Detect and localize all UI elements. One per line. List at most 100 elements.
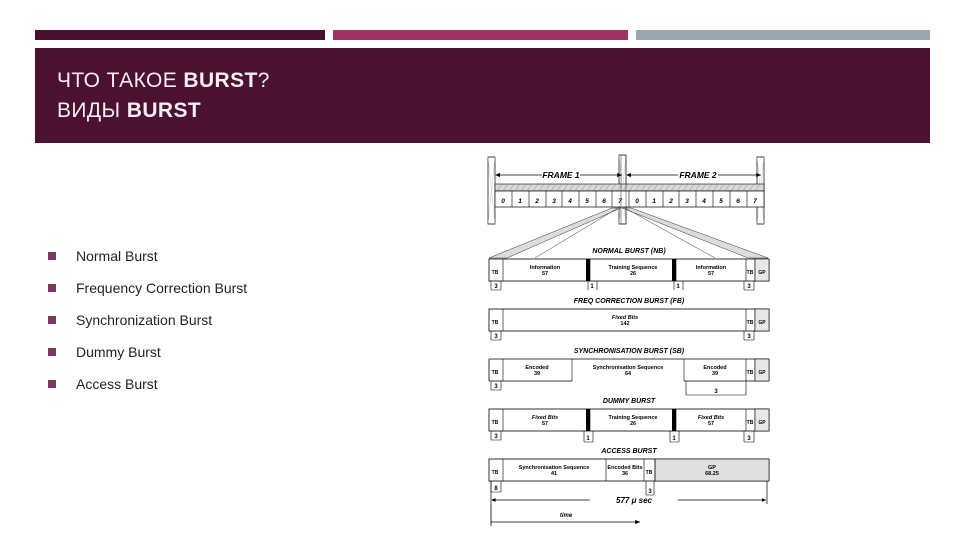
square-bullet-icon xyxy=(48,380,56,388)
page-title-line-1: ЧТО ТАКОЕ BURST? xyxy=(57,66,270,96)
slot-number: 0 xyxy=(501,198,505,205)
strip-segment-pink xyxy=(333,30,628,40)
access-burst-title: ACCESS BURST xyxy=(600,448,657,455)
slot-number: 3 xyxy=(552,198,556,205)
normal-burst-stealing-flag-1 xyxy=(586,259,590,281)
list-item-label: Access Burst xyxy=(76,376,158,392)
time-axis-label: time xyxy=(560,513,573,519)
strip-segment-gray xyxy=(636,30,930,40)
square-bullet-icon xyxy=(48,348,56,356)
sb-field-value-sync-seq: 64 xyxy=(625,371,632,377)
dummy-field-value-tb-right: 3 xyxy=(747,436,751,442)
sb-field-name-tb-left: TB xyxy=(492,370,499,376)
slot-number: 5 xyxy=(585,198,589,205)
header-underbar xyxy=(35,140,930,143)
list-item: Frequency Correction Burst xyxy=(48,272,428,304)
list-item: Normal Burst xyxy=(48,240,428,272)
square-bullet-icon xyxy=(48,284,56,292)
title-line-2-bold: BURST xyxy=(126,99,202,122)
fb-field-name-tb-right: TB xyxy=(747,320,754,326)
slot-number: 1 xyxy=(518,198,522,205)
dummy-field-value-sf-1: 1 xyxy=(586,436,590,442)
dummy-field-value-fixed-left: 57 xyxy=(542,421,548,427)
access-field-name-tb-left: TB xyxy=(492,470,499,476)
strip-gap-2 xyxy=(628,30,636,40)
dummy-burst-stealing-flag-2 xyxy=(672,409,676,431)
slot-number: 5 xyxy=(719,198,723,205)
normal-burst-field-value-training: 26 xyxy=(630,271,636,277)
slot-number: 4 xyxy=(701,198,706,205)
dummy-field-value-sf-2: 1 xyxy=(672,436,676,442)
list-item: Synchronization Burst xyxy=(48,304,428,336)
dummy-tick-marks xyxy=(490,431,755,443)
square-bullet-icon xyxy=(48,316,56,324)
fb-field-value-fixed-bits: 142 xyxy=(620,321,629,327)
title-line-1-bold: BURST xyxy=(183,69,258,92)
list-item-label: Frequency Correction Burst xyxy=(76,280,248,296)
duration-label: 577 μ sec xyxy=(616,496,653,505)
normal-burst-field-name-tb-left: TB xyxy=(492,270,499,276)
fb-field-name-tb-left: TB xyxy=(492,320,499,326)
slot-number: 2 xyxy=(534,198,539,205)
frame-edge-bracket-left xyxy=(487,156,496,225)
sb-field-name-tb-right: TB xyxy=(747,370,754,376)
slot-number: 6 xyxy=(602,198,606,205)
normal-burst-stealing-flag-2 xyxy=(672,259,676,281)
sb-burst-title: SYNCHRONISATION BURST (SB) xyxy=(574,348,685,355)
top-decorative-strip xyxy=(35,30,930,40)
dummy-burst-stealing-flag-1 xyxy=(586,409,590,431)
list-item-label: Normal Burst xyxy=(76,248,158,264)
slot-number: 3 xyxy=(685,198,689,205)
frame-1-label: FRAME 1 xyxy=(542,170,580,180)
normal-burst-field-name-tb-right: TB xyxy=(747,270,754,276)
dummy-field-name-tb-right: TB xyxy=(747,420,754,426)
access-field-value-tb-right: 3 xyxy=(648,489,652,495)
slot-number: 0 xyxy=(635,198,639,205)
sb-field-value-tb-right: 3 xyxy=(714,389,718,395)
slot-number: 4 xyxy=(567,198,572,205)
sb-field-value-tb-left: 3 xyxy=(494,384,498,390)
title-line-2-prefix: ВИДЫ xyxy=(57,99,127,122)
access-tick-marks xyxy=(490,481,655,496)
title-line-1-suffix: ? xyxy=(257,69,270,92)
normal-burst-field-value-info-left: 57 xyxy=(542,271,548,277)
slot-number: 2 xyxy=(668,198,673,205)
access-field-value-gp: 68.25 xyxy=(705,471,719,477)
dummy-field-value-fixed-right: 57 xyxy=(708,421,714,427)
sb-tick-marks xyxy=(490,381,747,396)
slot-number: 7 xyxy=(618,198,622,205)
strip-gap-1 xyxy=(325,30,333,40)
list-item-label: Synchronization Burst xyxy=(76,312,213,328)
slot-number: 1 xyxy=(652,198,656,205)
fb-tick-marks xyxy=(490,331,755,341)
dummy-field-name-gp: GP xyxy=(758,420,766,426)
title-line-1-prefix: ЧТО ТАКОЕ xyxy=(57,69,184,92)
normal-burst-tick-marks xyxy=(490,281,755,291)
page-title-line-2: ВИДЫ BURST xyxy=(57,96,201,126)
fb-field-value-tb-right: 3 xyxy=(747,334,751,340)
gsm-burst-structure-diagram: FRAME 1 FRAME 2 0 1 2 3 4 5 6 7 0 1 2 3 … xyxy=(480,152,780,527)
burst-diagram-svg: FRAME 1 FRAME 2 0 1 2 3 4 5 6 7 0 1 2 3 … xyxy=(487,154,770,526)
fb-burst-title: FREQ CORRECTION BURST (FB) xyxy=(574,298,685,305)
access-field-value-sync-seq: 41 xyxy=(551,471,557,477)
list-item-label: Dummy Burst xyxy=(76,344,161,360)
frame-2-label: FRAME 2 xyxy=(679,170,717,180)
sb-field-value-encoded-right: 39 xyxy=(712,371,718,377)
normal-burst-title: NORMAL BURST (NB) xyxy=(592,248,666,255)
sb-field-value-encoded-left: 39 xyxy=(534,371,540,377)
normal-burst-field-value-info-right: 57 xyxy=(708,271,714,277)
access-field-value-encoded-bits: 36 xyxy=(622,471,628,477)
sb-field-name-gp: GP xyxy=(758,370,766,376)
normal-burst-field-name-gp: GP xyxy=(758,270,766,276)
normal-burst-field-value-tb-right: 3 xyxy=(747,284,751,290)
dummy-field-name-tb-left: TB xyxy=(492,420,499,426)
normal-burst-field-value-tb-left: 3 xyxy=(494,284,498,290)
dummy-field-value-tb-left: 3 xyxy=(494,434,498,440)
dummy-burst-title: DUMMY BURST xyxy=(603,398,656,405)
list-item: Access Burst xyxy=(48,368,428,400)
normal-burst-field-value-sf-1: 1 xyxy=(590,284,594,290)
slide-header-band: ЧТО ТАКОЕ BURST? ВИДЫ BURST xyxy=(35,48,930,140)
fb-field-value-tb-left: 3 xyxy=(494,334,498,340)
access-field-value-tb-left: 8 xyxy=(494,486,498,492)
slot-number: 6 xyxy=(736,198,740,205)
